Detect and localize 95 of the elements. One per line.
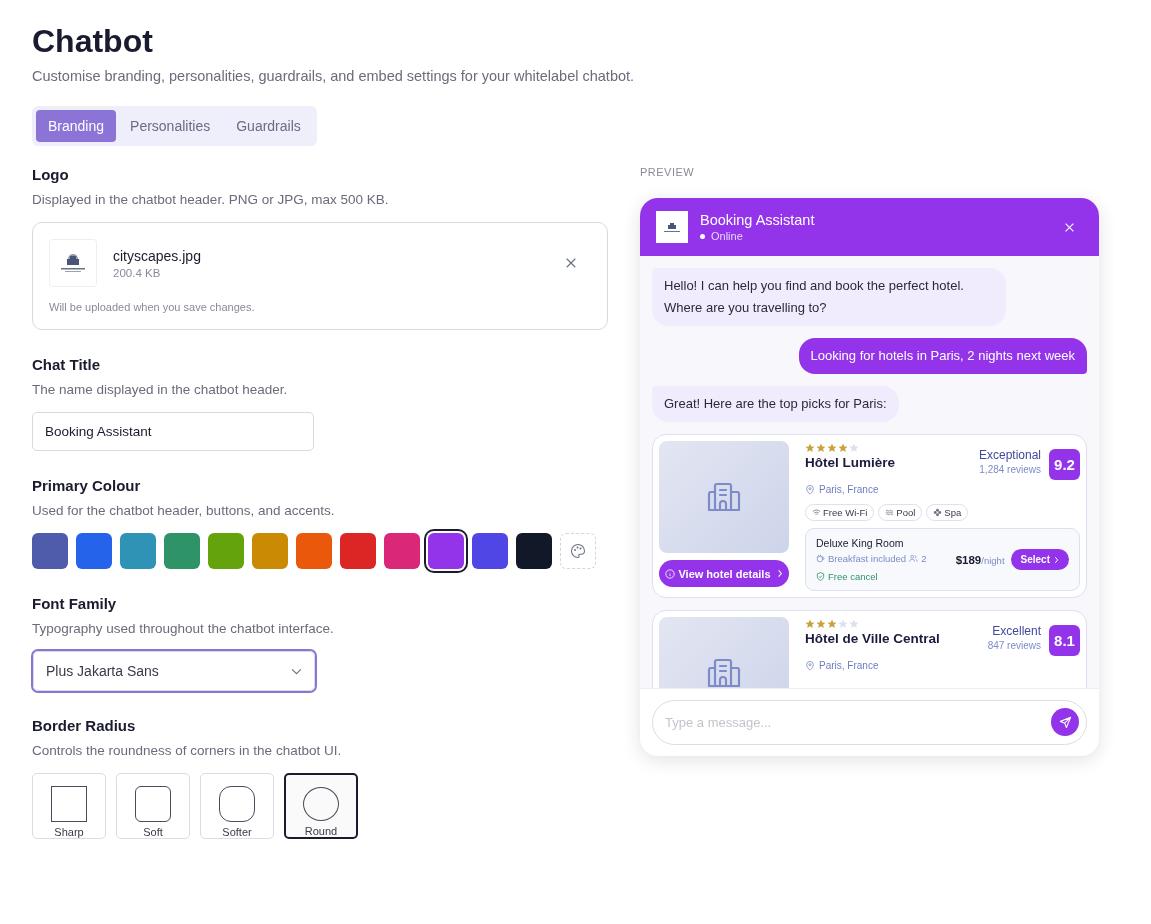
hotel-location: Paris, France	[819, 660, 879, 671]
file-name: cityscapes.jpg	[113, 247, 202, 264]
price-unit: /night	[981, 554, 1005, 566]
building-icon	[707, 482, 741, 512]
waves-icon	[885, 508, 895, 517]
rating-label: Excellent	[992, 624, 1041, 638]
breakfast-text: Breakfast included	[828, 553, 907, 564]
room-price: $189	[955, 553, 982, 566]
chat-message: Great! Here are the top picks for Paris:	[652, 386, 899, 422]
chevron-right-icon	[1054, 555, 1059, 564]
star-icon	[816, 443, 826, 453]
review-count: 847 reviews	[987, 640, 1041, 651]
tab[interactable]: Personalities	[118, 110, 223, 142]
location-pin-icon	[805, 484, 815, 495]
cup-icon	[816, 554, 825, 563]
send-button[interactable]	[1051, 708, 1079, 736]
star-icon	[838, 443, 848, 453]
building-icon	[707, 658, 741, 688]
logo-image	[656, 211, 688, 243]
section-heading: Font Family	[32, 595, 118, 612]
colour-swatch[interactable]	[516, 533, 552, 569]
chat-title: Booking Assistant	[700, 212, 816, 228]
chat-message: Hello! I can help you find and book the perfect hotel. Where are you travelling to?	[652, 268, 1006, 326]
online-dot-icon	[700, 233, 705, 239]
colour-swatch[interactable]	[296, 533, 332, 569]
star-icon	[827, 443, 837, 453]
star-icon	[849, 619, 859, 629]
colour-swatch[interactable]	[120, 533, 156, 569]
colour-swatch[interactable]	[164, 533, 200, 569]
chat-title-input[interactable]: Booking Assistant	[32, 412, 314, 451]
section-heading: Chat Title	[32, 356, 102, 373]
radius-option[interactable]: Soft	[116, 773, 190, 839]
section-description: Displayed in the chatbot header. PNG or JPG, max 500 KB.	[32, 192, 390, 207]
colour-swatch[interactable]	[252, 533, 288, 569]
message-input[interactable]: Type a message...	[652, 700, 1087, 745]
star-icon	[838, 619, 848, 629]
tab[interactable]: Guardrails	[224, 110, 313, 142]
review-count: 1,284 reviews	[979, 464, 1041, 475]
font-family-dropdown[interactable]: Plus Jakarta Sans	[33, 651, 315, 691]
page-title: Chatbot	[32, 22, 154, 61]
star-icon	[816, 619, 826, 629]
free-cancel-text: Free cancel	[828, 571, 878, 582]
radius-option[interactable]: Round	[284, 773, 358, 839]
room-name: Deluxe King Room	[816, 537, 905, 549]
hotel-location: Paris, France	[819, 484, 879, 495]
radius-shape-icon	[51, 786, 87, 822]
tab[interactable]: Branding	[36, 110, 117, 142]
location-pin-icon	[805, 660, 815, 671]
star-icon	[805, 619, 815, 629]
page-subtitle: Customise branding, personalities, guardrails, and embed settings for your whitelabel chatbot.	[32, 68, 636, 84]
colour-swatch[interactable]	[384, 533, 420, 569]
custom-colour-button[interactable]	[560, 533, 596, 569]
chat-message: Looking for hotels in Paris, 2 nights next week	[798, 338, 1087, 374]
section-heading: Border Radius	[32, 717, 137, 734]
section-heading: Logo	[32, 166, 70, 183]
radius-shape-icon	[135, 786, 171, 822]
view-details-button[interactable]: View hotel details	[659, 560, 789, 587]
rating-label: Exceptional	[978, 448, 1041, 462]
score-badge: 9.2	[1049, 449, 1080, 480]
chevron-right-icon	[776, 569, 783, 578]
guest-count: 2	[921, 553, 927, 564]
section-description: Used for the chatbot header, buttons, and accents.	[32, 503, 336, 518]
colour-swatch[interactable]	[76, 533, 112, 569]
colour-swatch[interactable]	[340, 533, 376, 569]
score-badge: 8.1	[1049, 625, 1080, 656]
section-description: Controls the roundness of corners in the chatbot UI.	[32, 743, 343, 758]
people-icon	[909, 554, 919, 563]
radius-option[interactable]: Softer	[200, 773, 274, 839]
section-heading: Primary Colour	[32, 477, 142, 494]
star-icon	[849, 443, 859, 453]
palette-icon	[570, 543, 586, 559]
send-icon	[1058, 715, 1072, 729]
radius-option[interactable]: Sharp	[32, 773, 106, 839]
chevron-down-icon	[291, 667, 302, 675]
colour-swatch[interactable]	[472, 533, 508, 569]
section-description: The name displayed in the chatbot header.	[32, 382, 289, 397]
status-text: Online	[711, 230, 743, 242]
select-button[interactable]: Select	[1010, 549, 1069, 570]
info-icon	[665, 568, 676, 579]
logo-image	[49, 239, 97, 287]
colour-swatch[interactable]	[32, 533, 68, 569]
hotel-name: Hôtel Lumière	[805, 455, 897, 470]
flower-icon	[933, 508, 943, 517]
radius-shape-icon	[219, 786, 255, 822]
section-description: Typography used throughout the chatbot interface.	[32, 621, 335, 636]
hotel-name: Hôtel de Ville Central	[805, 631, 941, 646]
wifi-icon	[812, 508, 821, 517]
preview-label: PREVIEW	[640, 166, 696, 178]
star-icon	[805, 443, 815, 453]
upload-note: Will be uploaded when you save changes.	[49, 301, 256, 313]
close-icon[interactable]	[565, 257, 577, 269]
shield-check-icon	[816, 572, 825, 581]
file-size: 200.4 KB	[113, 266, 162, 279]
colour-swatch[interactable]	[208, 533, 244, 569]
star-icon	[827, 619, 837, 629]
